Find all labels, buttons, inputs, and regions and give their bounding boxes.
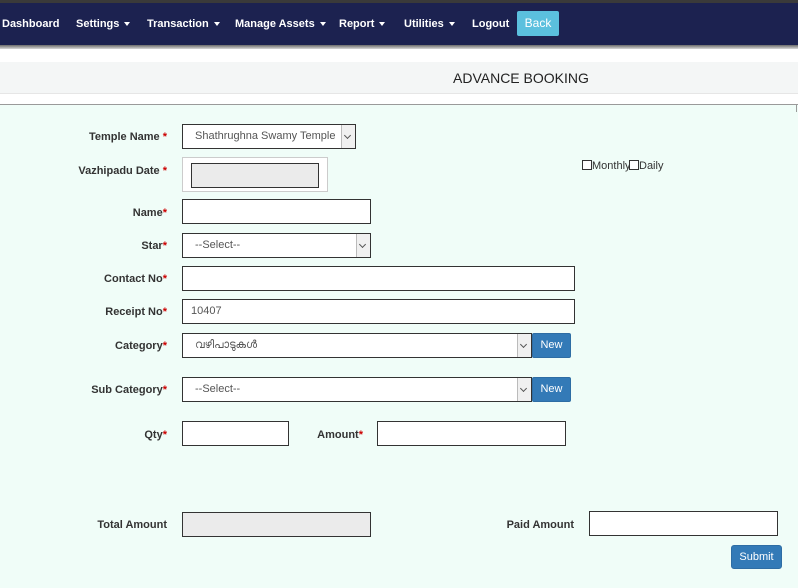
nav-logout[interactable]: Logout [472,3,509,45]
vazhipadu-date-container [182,157,328,192]
title-bar: ADVANCE BOOKING [0,62,798,94]
chevron-down-icon[interactable] [517,378,531,401]
caret-down-icon [213,22,220,27]
nav-report-label: Report [339,18,375,30]
submit-button[interactable]: Submit [731,545,782,569]
nav-report[interactable]: Report [339,3,386,45]
receipt-no-input[interactable]: 10407 [182,299,575,324]
page-title: ADVANCE BOOKING [453,70,589,86]
nav-dashboard-label: Dashboard [2,18,60,30]
amount-input[interactable] [377,421,566,446]
nav-settings[interactable]: Settings [76,3,131,45]
temple-name-select[interactable]: Shathrughna Swamy Temple [182,124,356,149]
new-sub-category-button[interactable]: New [532,377,571,402]
chevron-down-icon[interactable] [356,234,370,257]
star-label: Star* [141,240,167,252]
nav-utilities[interactable]: Utilities [404,3,455,45]
nav-transaction[interactable]: Transaction [147,3,220,45]
daily-label: Daily [639,160,664,172]
back-button[interactable]: Back [517,11,559,36]
contact-no-label: Contact No* [104,273,167,285]
name-input[interactable] [182,199,371,224]
monthly-checkbox[interactable] [582,160,592,170]
caret-down-icon [379,22,386,27]
temple-name-value: Shathrughna Swamy Temple [195,130,336,142]
temple-name-label: Temple Name * [88,131,167,143]
form-border [796,104,797,112]
paid-amount-input[interactable] [589,511,778,536]
paid-amount-label: Paid Amount [506,519,574,531]
chevron-down-icon[interactable] [517,334,531,357]
star-select[interactable]: --Select-- [182,233,371,258]
nav-transaction-label: Transaction [147,18,209,30]
daily-checkbox-group[interactable]: Daily [629,160,663,172]
nav-utilities-label: Utilities [404,18,444,30]
caret-down-icon [319,22,326,27]
nav-manage-assets-label: Manage Assets [235,18,315,30]
monthly-checkbox-group[interactable]: Monthly [582,160,631,172]
nav-dashboard[interactable]: Dashboard [2,3,59,45]
receipt-no-label: Receipt No* [105,306,167,318]
caret-down-icon [448,22,455,27]
navbar: Dashboard Settings Transaction Manage As… [0,3,798,45]
vazhipadu-date-label: Vazhipadu Date * [78,165,167,177]
spacer [0,49,798,62]
category-label: Category* [115,340,167,352]
star-value: --Select-- [195,239,241,251]
total-amount-input[interactable] [182,512,371,537]
category-select[interactable]: വഴിപാടുകൾ [182,333,532,358]
sub-category-value: --Select-- [195,383,241,395]
sub-category-select[interactable]: --Select-- [182,377,532,402]
qty-input[interactable] [182,421,289,446]
name-label: Name* [132,207,167,219]
sub-category-label: Sub Category* [91,384,167,396]
nav-manage-assets[interactable]: Manage Assets [235,3,326,45]
qty-label: Qty* [144,429,167,441]
vazhipadu-date-input[interactable] [191,163,319,188]
caret-down-icon [124,22,131,27]
new-category-button[interactable]: New [532,333,571,358]
nav-settings-label: Settings [76,18,120,30]
spacer [0,94,798,104]
monthly-label: Monthly [592,160,631,172]
daily-checkbox[interactable] [629,160,639,170]
category-value: വഴിപാടുകൾ [195,339,258,351]
chevron-down-icon[interactable] [341,125,355,148]
nav-logout-label: Logout [472,18,510,30]
total-amount-label: Total Amount [97,519,167,531]
contact-no-input[interactable] [182,266,575,291]
amount-label: Amount* [317,429,363,441]
form-border [0,104,798,105]
